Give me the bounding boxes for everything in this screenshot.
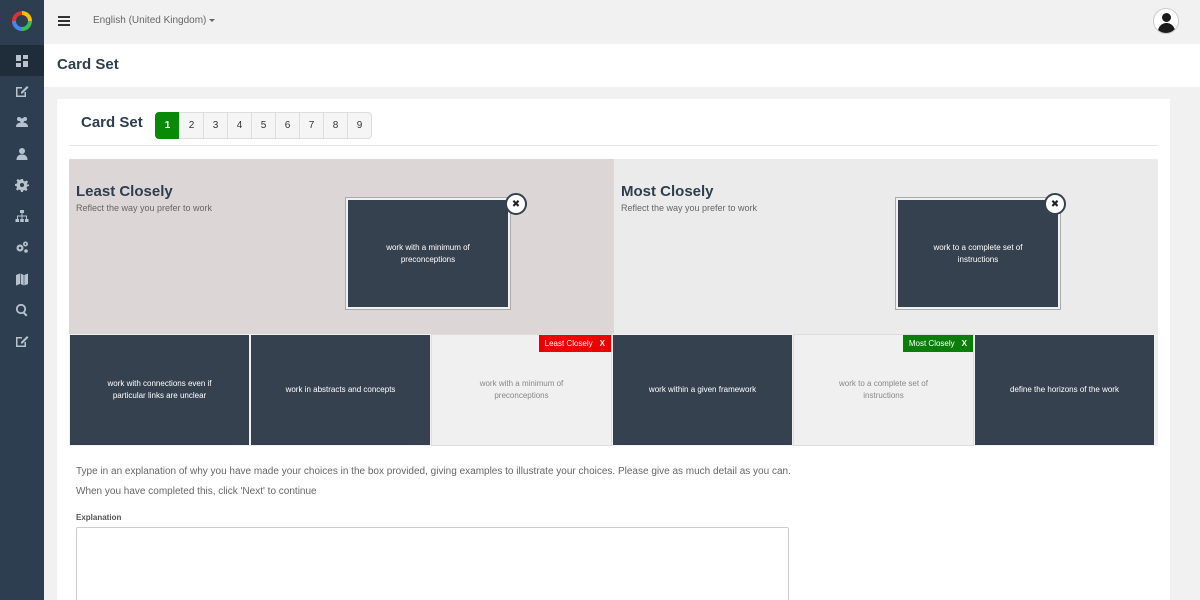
top-bar: English (United Kingdom): [44, 0, 1200, 44]
least-closely-badge[interactable]: Least Closely X: [538, 335, 611, 352]
card-item[interactable]: define the horizons of the work: [974, 334, 1155, 446]
divider: [69, 145, 1158, 146]
content-panel: Card Set 1 2 3 4 5 6 7 8 9 Least Closely…: [57, 99, 1170, 600]
language-selector[interactable]: English (United Kingdom): [93, 15, 216, 26]
page-header: Card Set: [44, 44, 1200, 87]
remove-least-card-button[interactable]: ✖: [505, 193, 527, 215]
badge-label: Most Closely: [908, 338, 955, 348]
caret-down-icon: [209, 18, 216, 22]
edit-icon[interactable]: [0, 75, 44, 106]
instruction-text-next: When you have completed this, click 'Nex…: [76, 486, 317, 497]
instruction-text: Type in an explanation of why you have m…: [76, 466, 791, 477]
remove-most-card-button[interactable]: ✖: [1044, 193, 1066, 215]
card-text: work within a given framework: [648, 385, 757, 394]
edit-icon-2[interactable]: [0, 325, 44, 356]
card-text: work with connections even if particular…: [107, 379, 212, 400]
card-set-pager: 1 2 3 4 5 6 7 8 9: [155, 112, 372, 139]
page-button-7[interactable]: 7: [299, 112, 324, 139]
page-button-1[interactable]: 1: [155, 112, 180, 139]
most-closely-card-text: work to a complete set of instructions: [933, 242, 1023, 264]
card-text: work to a complete set of instructions: [839, 379, 928, 400]
card-text: work in abstracts and concepts: [285, 385, 396, 394]
card-item-placed: work with a minimum of preconceptions Le…: [431, 334, 612, 446]
page-button-2[interactable]: 2: [179, 112, 204, 139]
most-closely-zone[interactable]: Most Closely Reflect the way you prefer …: [614, 159, 1158, 334]
badge-label: Least Closely: [544, 338, 593, 348]
least-closely-card-text: work with a minimum of preconceptions: [386, 242, 470, 264]
search-icon[interactable]: [0, 294, 44, 325]
sidebar: [0, 0, 44, 600]
dashboard-icon[interactable]: [0, 45, 44, 76]
card-item[interactable]: work in abstracts and concepts: [250, 334, 431, 446]
settings-icon[interactable]: [0, 169, 44, 200]
card-item[interactable]: work within a given framework: [612, 334, 793, 446]
page-button-3[interactable]: 3: [203, 112, 228, 139]
page-button-8[interactable]: 8: [323, 112, 348, 139]
cards-row: work with connections even if particular…: [69, 334, 1158, 446]
language-label: English (United Kingdom): [93, 15, 207, 26]
least-closely-subtitle: Reflect the way you prefer to work: [76, 203, 213, 213]
least-closely-card[interactable]: work with a minimum of preconceptions: [345, 197, 511, 310]
avatar[interactable]: [1153, 8, 1179, 34]
page-button-4[interactable]: 4: [227, 112, 252, 139]
badge-remove-icon[interactable]: X: [962, 338, 967, 350]
cogs-icon[interactable]: [0, 231, 44, 262]
most-closely-badge[interactable]: Most Closely X: [902, 335, 973, 352]
most-closely-subtitle: Reflect the way you prefer to work: [621, 203, 758, 213]
least-closely-zone[interactable]: Least Closely Reflect the way you prefer…: [69, 159, 614, 334]
page-button-6[interactable]: 6: [275, 112, 300, 139]
most-closely-card[interactable]: work to a complete set of instructions: [895, 197, 1061, 310]
card-item[interactable]: work with connections even if particular…: [69, 334, 250, 446]
card-text: define the horizons of the work: [1010, 385, 1119, 394]
hierarchy-icon[interactable]: [0, 200, 44, 231]
card-set-title: Card Set: [81, 114, 143, 131]
app-logo-icon[interactable]: [12, 11, 32, 31]
most-closely-title: Most Closely: [621, 183, 714, 200]
explanation-label: Explanation: [76, 513, 122, 522]
page-button-5[interactable]: 5: [251, 112, 276, 139]
page-title: Card Set: [57, 56, 119, 73]
users-icon[interactable]: [0, 106, 44, 137]
page-button-9[interactable]: 9: [347, 112, 372, 139]
explanation-field[interactable]: [76, 527, 789, 600]
map-icon[interactable]: [0, 263, 44, 294]
card-text: work with a minimum of preconceptions: [479, 379, 564, 400]
least-closely-title: Least Closely: [76, 183, 173, 200]
badge-remove-icon[interactable]: X: [600, 338, 605, 350]
card-item-placed: work to a complete set of instructions M…: [793, 334, 974, 446]
menu-icon[interactable]: [58, 16, 70, 26]
user-icon[interactable]: [0, 138, 44, 169]
